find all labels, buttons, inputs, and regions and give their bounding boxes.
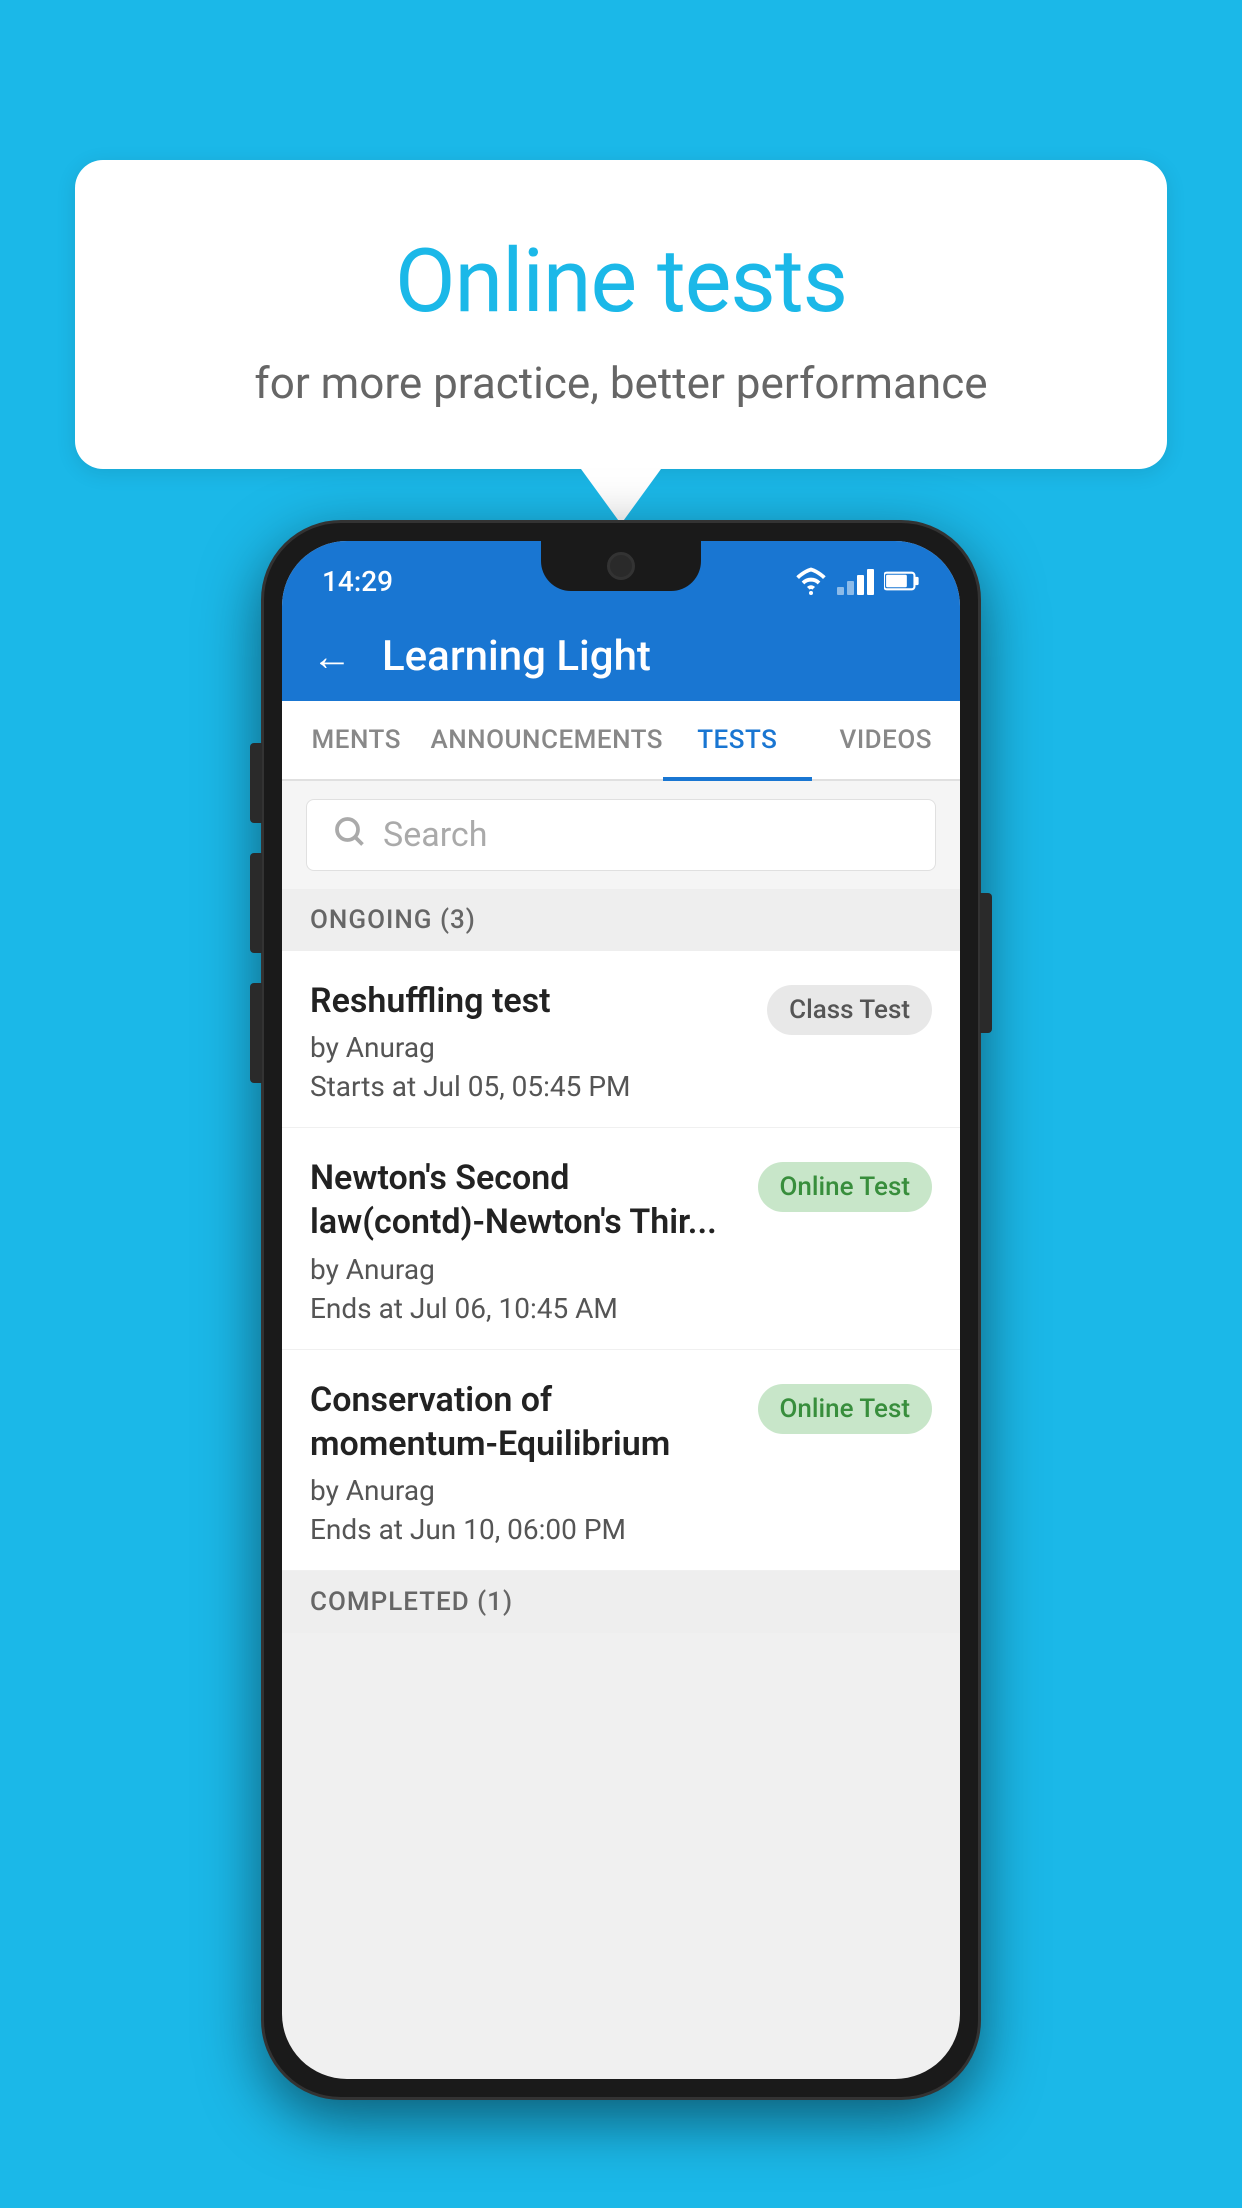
- test-badge-2: Online Test: [758, 1162, 933, 1212]
- test-info-2: Newton's Second law(contd)-Newton's Thir…: [310, 1156, 758, 1324]
- test-list: Reshuffling test by Anurag Starts at Jul…: [282, 951, 960, 1571]
- app-title: Learning Light: [382, 632, 651, 681]
- test-author-3: by Anurag: [310, 1474, 742, 1507]
- battery-icon: [884, 570, 920, 592]
- tab-tests[interactable]: TESTS: [663, 701, 811, 779]
- test-badge-1: Class Test: [767, 985, 932, 1035]
- status-time: 14:29: [322, 565, 393, 598]
- signal-icon: [837, 567, 874, 595]
- tab-announcements[interactable]: ANNOUNCEMENTS: [430, 701, 663, 779]
- test-name-2: Newton's Second law(contd)-Newton's Thir…: [310, 1156, 742, 1244]
- phone-outer: 14:29: [261, 520, 981, 2100]
- test-item-3[interactable]: Conservation of momentum-Equilibrium by …: [282, 1350, 960, 1571]
- phone-notch: [541, 541, 701, 591]
- speech-bubble-container: Online tests for more practice, better p…: [75, 160, 1167, 524]
- test-info-1: Reshuffling test by Anurag Starts at Jul…: [310, 979, 767, 1103]
- back-button[interactable]: ←: [312, 633, 352, 680]
- wifi-icon: [795, 567, 827, 595]
- test-info-3: Conservation of momentum-Equilibrium by …: [310, 1378, 758, 1546]
- test-author-1: by Anurag: [310, 1031, 751, 1064]
- phone-camera: [607, 552, 635, 580]
- search-container: Search: [282, 781, 960, 889]
- tabs-container: MENTS ANNOUNCEMENTS TESTS VIDEOS: [282, 701, 960, 781]
- tab-videos[interactable]: VIDEOS: [812, 701, 960, 779]
- test-author-2: by Anurag: [310, 1253, 742, 1286]
- ongoing-section-label: ONGOING (3): [282, 889, 960, 951]
- speech-bubble: Online tests for more practice, better p…: [75, 160, 1167, 469]
- test-name-1: Reshuffling test: [310, 979, 751, 1023]
- speech-bubble-title: Online tests: [155, 230, 1087, 333]
- test-badge-3: Online Test: [758, 1384, 933, 1434]
- test-time-2: Ends at Jul 06, 10:45 AM: [310, 1292, 742, 1325]
- status-icons: [795, 567, 920, 595]
- phone-container: 14:29: [261, 520, 981, 2100]
- phone-button-extra: [250, 983, 262, 1083]
- completed-section-label: COMPLETED (1): [282, 1571, 960, 1633]
- phone-screen: 14:29: [282, 541, 960, 2079]
- speech-bubble-arrow: [581, 469, 661, 524]
- search-box[interactable]: Search: [306, 799, 936, 871]
- app-header: ← Learning Light: [282, 611, 960, 701]
- phone-button-power: [980, 893, 992, 1033]
- test-item-1[interactable]: Reshuffling test by Anurag Starts at Jul…: [282, 951, 960, 1128]
- phone-button-volume-down: [250, 853, 262, 953]
- phone-button-volume-up: [250, 743, 262, 823]
- test-time-3: Ends at Jun 10, 06:00 PM: [310, 1513, 742, 1546]
- test-item-2[interactable]: Newton's Second law(contd)-Newton's Thir…: [282, 1128, 960, 1349]
- tab-ments[interactable]: MENTS: [282, 701, 430, 779]
- test-name-3: Conservation of momentum-Equilibrium: [310, 1378, 742, 1466]
- test-time-1: Starts at Jul 05, 05:45 PM: [310, 1070, 751, 1103]
- search-icon: [331, 813, 367, 858]
- search-input[interactable]: Search: [383, 815, 487, 855]
- speech-bubble-subtitle: for more practice, better performance: [155, 357, 1087, 409]
